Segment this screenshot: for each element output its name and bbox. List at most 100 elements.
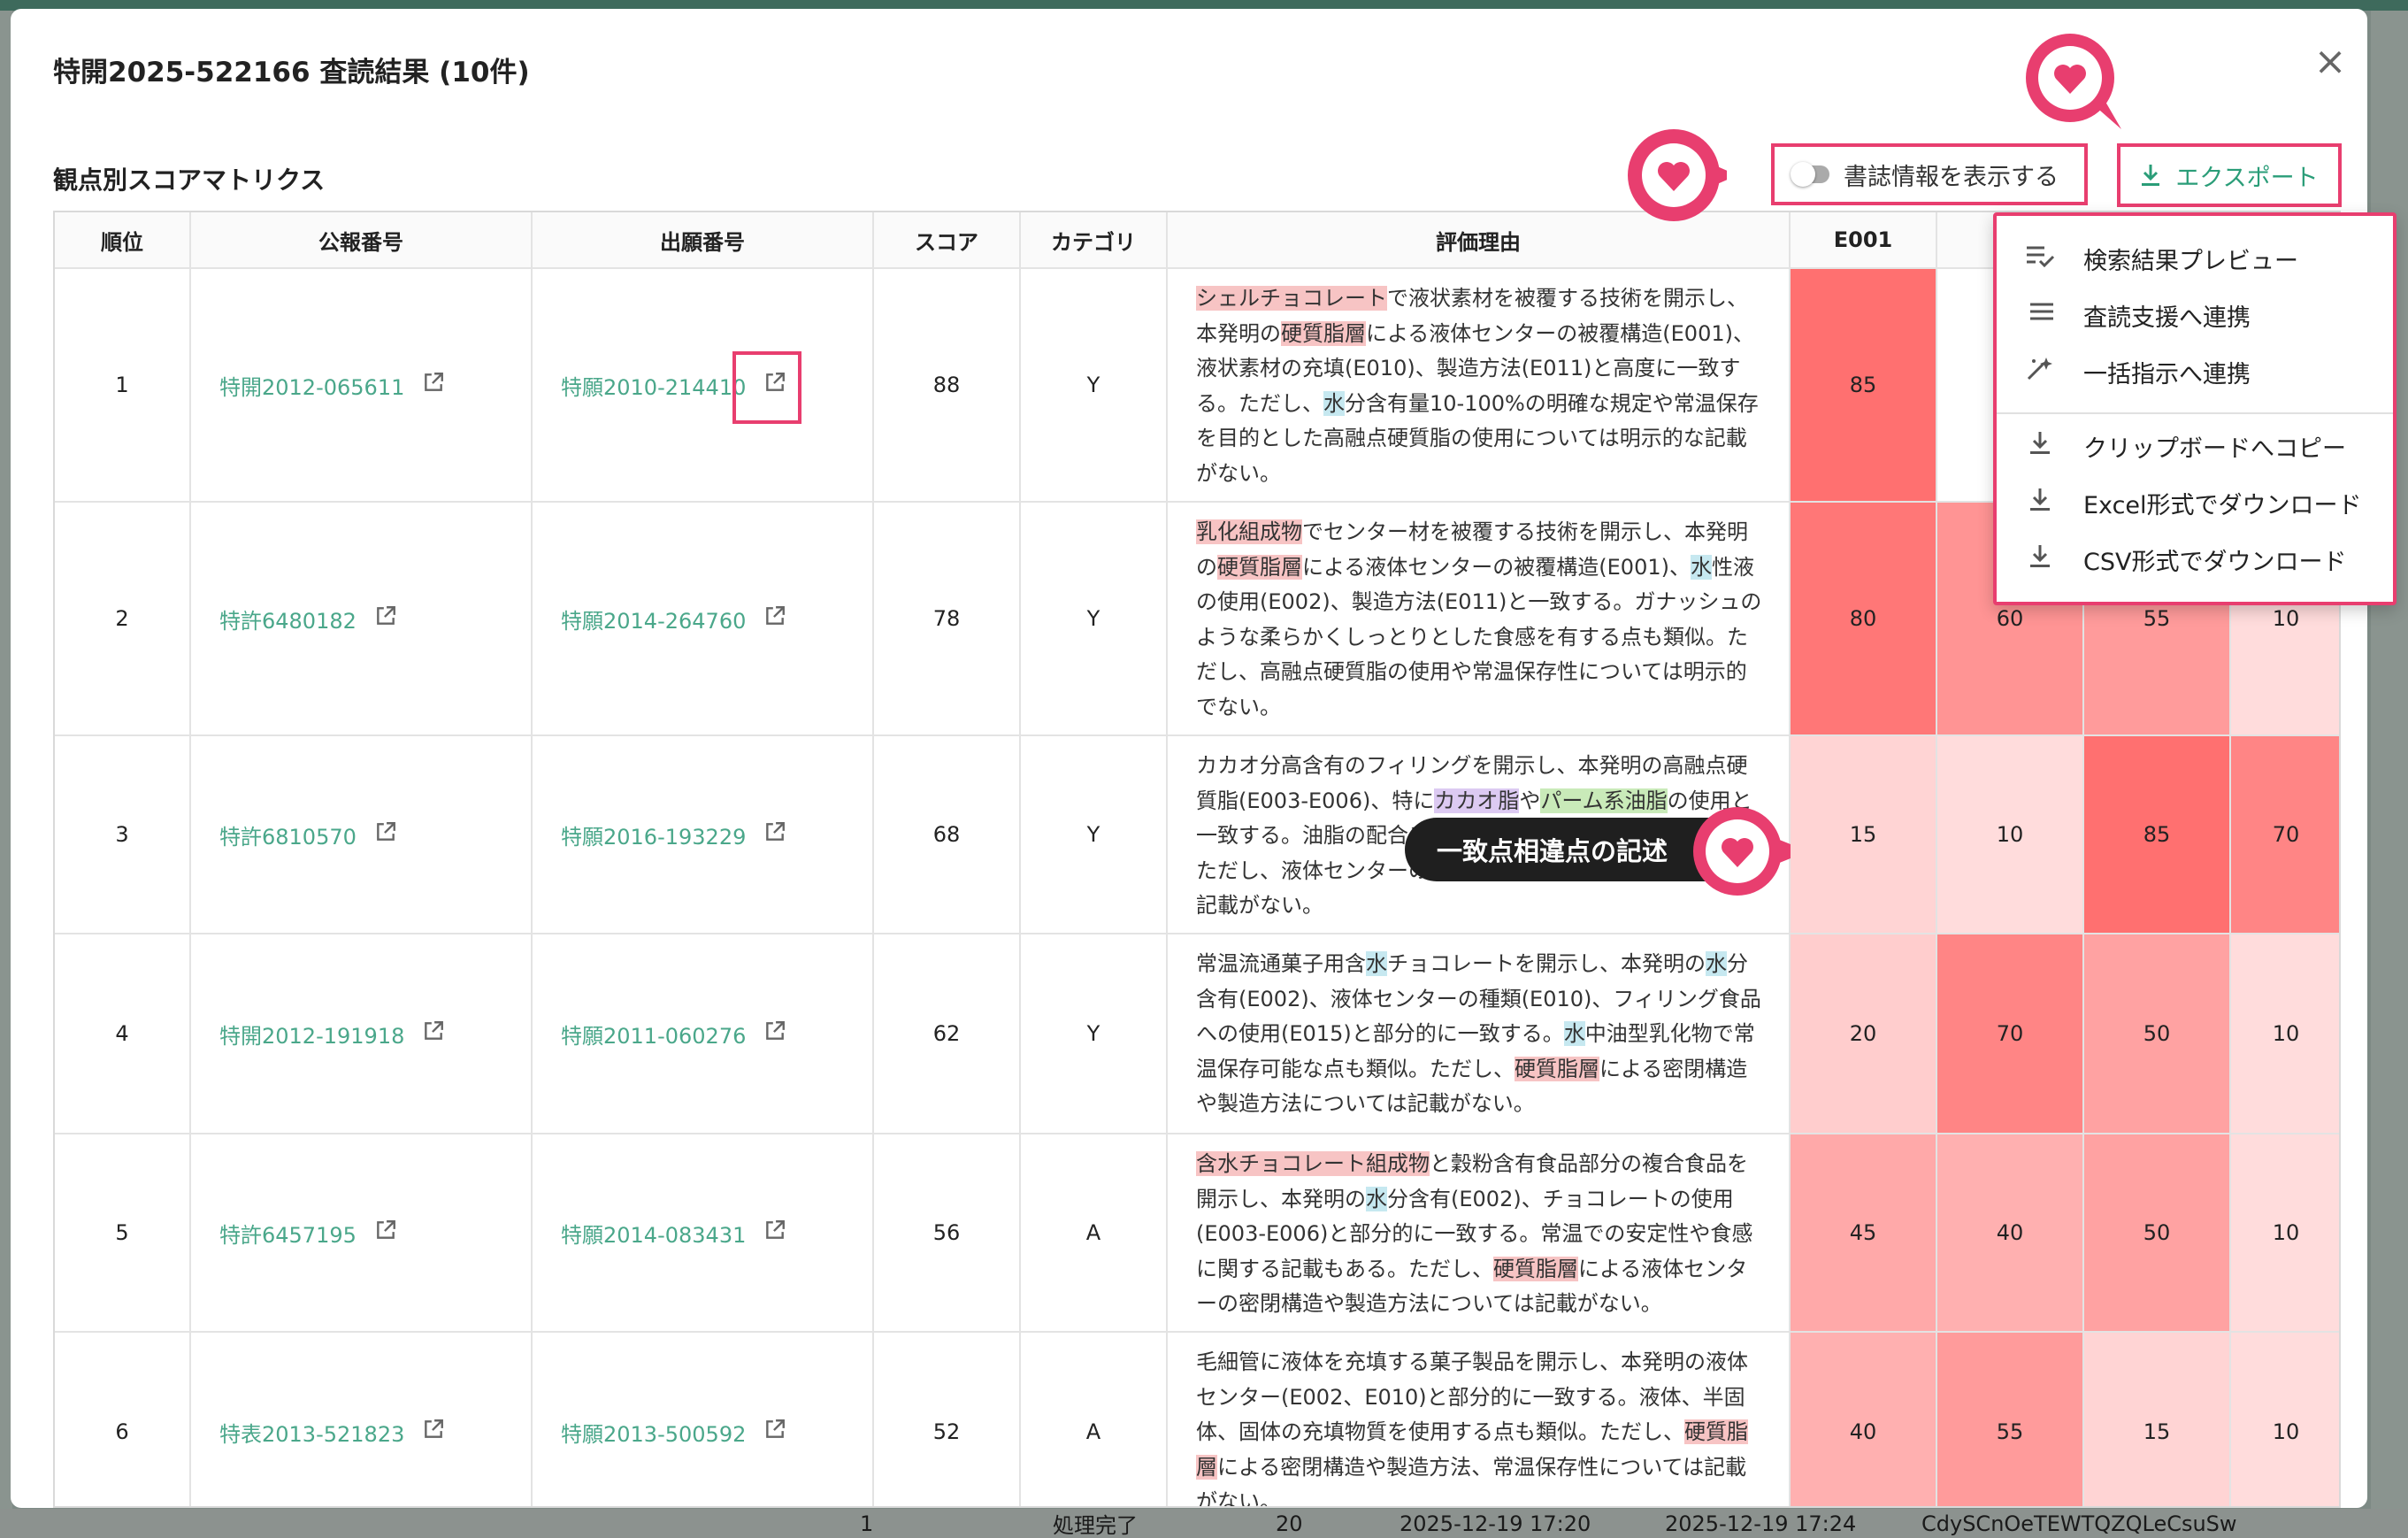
app-number-link[interactable]: 特願2016-193229	[533, 736, 874, 934]
export-menu-item[interactable]: 一括指示へ連携	[1997, 345, 2393, 398]
menu-item-label: Excel形式でダウンロード	[2083, 491, 2362, 519]
reason-text: 毛細管に液体を充填する菓子製品を開示し、本発明の液体センター(E002、E010…	[1196, 1350, 1748, 1444]
list-check-icon	[2025, 244, 2083, 273]
criteria-score-cell: 10	[2231, 934, 2339, 1134]
rank-cell: 5	[55, 1134, 191, 1333]
list-icon	[2025, 301, 2083, 330]
external-link-icon[interactable]	[422, 371, 445, 399]
pub-number[interactable]: 特開2012-191918	[219, 1019, 404, 1050]
download-icon	[2142, 165, 2160, 186]
export-label: エクスポート	[2175, 164, 2319, 192]
reason-text: チョコレートを開示し、本発明の	[1387, 951, 1706, 976]
criteria-score-cell: 50	[2084, 1134, 2231, 1333]
pub-number[interactable]: 特許6810570	[219, 819, 357, 850]
heart-pin-icon	[1693, 807, 1791, 896]
pub-number[interactable]: 特許6457195	[219, 1218, 357, 1249]
menu-divider	[1997, 412, 2393, 414]
criteria-score-cell: 45	[1791, 1134, 1937, 1333]
highlight-term: 水	[1366, 1186, 1387, 1211]
app-number[interactable]: 特願2010-214410	[561, 370, 746, 401]
bg-row-index: 1	[860, 1511, 874, 1536]
pub-number-link[interactable]: 特開2012-065611	[191, 269, 533, 503]
external-link-icon[interactable]	[422, 1019, 445, 1048]
heart-pin-icon	[2026, 34, 2121, 129]
highlight-term: カカオ脂	[1434, 788, 1520, 813]
app-number[interactable]: 特願2014-083431	[561, 1218, 746, 1249]
reason-text: や	[1519, 788, 1541, 813]
pub-number[interactable]: 特表2013-521823	[219, 1417, 404, 1448]
export-menu-item[interactable]: Excel形式でダウンロード	[1997, 476, 2393, 529]
highlight-term: 含水チョコレート組成物	[1196, 1151, 1430, 1176]
reason-text: による液体センターの被覆構造(E001)、	[1302, 554, 1691, 580]
highlight-term: 乳化組成物	[1196, 519, 1302, 544]
export-button[interactable]: エクスポート	[2117, 143, 2342, 207]
category-cell: Y	[1021, 503, 1168, 736]
highlight-term: 水	[1706, 951, 1727, 976]
menu-item-label: 査読支援へ連携	[2083, 304, 2251, 332]
pub-number-link[interactable]: 特表2013-521823	[191, 1333, 533, 1506]
rank-cell: 6	[55, 1333, 191, 1506]
app-number-link[interactable]: 特願2014-083431	[533, 1134, 874, 1333]
reason-cell: 常温流通菓子用含水チョコレートを開示し、本発明の水分含有(E002)、液体センタ…	[1168, 934, 1791, 1134]
menu-item-label: 検索結果プレビュー	[2083, 247, 2298, 275]
criteria-score-cell: 70	[1937, 934, 2084, 1134]
reason-cell: 乳化組成物でセンター材を被覆する技術を開示し、本発明の硬質脂層による液体センター…	[1168, 503, 1791, 736]
toggle-switch[interactable]	[1791, 162, 1829, 187]
app-number-link[interactable]: 特願2010-214410	[533, 269, 874, 503]
bg-row-count: 20	[1276, 1511, 1303, 1536]
app-number-link[interactable]: 特願2013-500592	[533, 1333, 874, 1506]
score-cell: 88	[874, 269, 1021, 503]
annotation-highlight-box	[732, 351, 801, 424]
heart-pin-icon	[1628, 129, 1727, 221]
header-score: スコア	[874, 212, 1021, 269]
export-menu-item[interactable]: クリップボードへコピー	[1997, 419, 2393, 473]
pub-number-link[interactable]: 特許6457195	[191, 1134, 533, 1333]
app-number-link[interactable]: 特願2011-060276	[533, 934, 874, 1134]
pub-number[interactable]: 特許6480182	[219, 604, 357, 634]
bg-row-id: CdySCnOeTEWTQZQLeCsuSw	[1921, 1511, 2237, 1536]
menu-item-label: クリップボードへコピー	[2083, 434, 2346, 463]
close-icon[interactable]: ×	[2312, 42, 2348, 81]
external-link-icon[interactable]	[763, 1418, 786, 1446]
reason-text: 常温流通菓子用含	[1196, 951, 1366, 976]
highlight-term: 硬質脂層	[1493, 1256, 1578, 1281]
external-link-icon[interactable]	[374, 604, 397, 633]
criteria-score-cell: 40	[1791, 1333, 1937, 1506]
app-number[interactable]: 特願2014-264760	[561, 604, 746, 634]
export-menu-item[interactable]: 検索結果プレビュー	[1997, 232, 2393, 285]
external-link-icon[interactable]	[763, 604, 786, 633]
criteria-score-cell: 55	[1937, 1333, 2084, 1506]
reason-text: による密閉構造や製造方法、常温保存性については記載がない。	[1196, 1454, 1747, 1508]
pub-number[interactable]: 特開2012-065611	[219, 370, 404, 401]
export-menu-item[interactable]: CSV形式でダウンロード	[1997, 533, 2393, 586]
sparkle-icon	[2025, 356, 2083, 388]
score-cell: 78	[874, 503, 1021, 736]
external-link-icon[interactable]	[763, 1019, 786, 1048]
highlight-term: 硬質脂層	[1281, 320, 1366, 346]
app-number[interactable]: 特願2016-193229	[561, 819, 746, 850]
pub-number-link[interactable]: 特許6480182	[191, 503, 533, 736]
export-menu-item[interactable]: 査読支援へ連携	[1997, 288, 2393, 342]
external-link-icon[interactable]	[374, 1219, 397, 1247]
criteria-score-cell: 15	[2084, 1333, 2231, 1506]
bibliography-toggle[interactable]: 書誌情報を表示する	[1771, 143, 2088, 205]
category-cell: A	[1021, 1134, 1168, 1333]
app-number[interactable]: 特願2011-060276	[561, 1019, 746, 1050]
app-number[interactable]: 特願2013-500592	[561, 1417, 746, 1448]
criteria-score-cell: 50	[2084, 934, 2231, 1134]
score-cell: 52	[874, 1333, 1021, 1506]
external-link-icon[interactable]	[422, 1418, 445, 1446]
pub-number-link[interactable]: 特許6810570	[191, 736, 533, 934]
criteria-score-cell: 85	[2084, 736, 2231, 934]
category-cell: Y	[1021, 934, 1168, 1134]
bg-row-start: 2025-12-19 17:20	[1400, 1511, 1591, 1536]
external-link-icon[interactable]	[763, 820, 786, 849]
section-title: 観点別スコアマトリクス	[53, 165, 326, 195]
highlight-term: 水	[1323, 390, 1345, 416]
pub-number-link[interactable]: 特開2012-191918	[191, 934, 533, 1134]
rank-cell: 3	[55, 736, 191, 934]
app-number-link[interactable]: 特願2014-264760	[533, 503, 874, 736]
external-link-icon[interactable]	[763, 1219, 786, 1247]
external-link-icon[interactable]	[374, 820, 397, 849]
background-table-row: 1 処理完了 20 2025-12-19 17:20 2025-12-19 17…	[0, 1509, 2408, 1538]
